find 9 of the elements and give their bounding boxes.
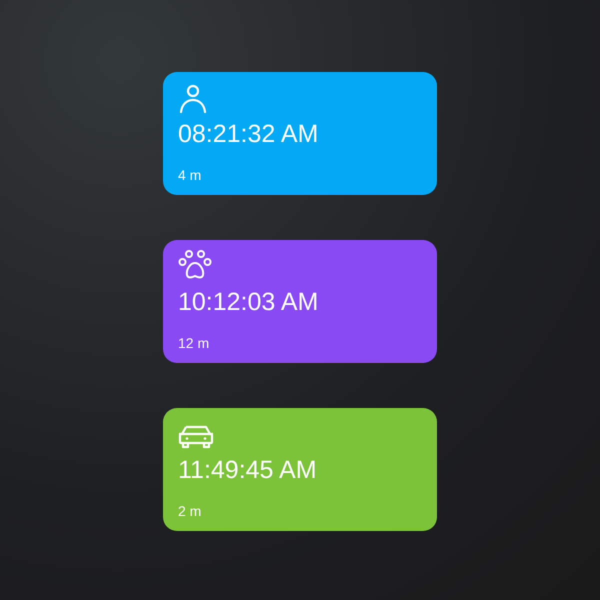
person-icon	[178, 83, 208, 113]
paw-icon	[178, 249, 212, 281]
time-label: 11:49:45 AM	[178, 455, 317, 485]
time-label: 10:12:03 AM	[178, 287, 318, 317]
car-icon	[178, 425, 214, 449]
time-label: 08:21:32 AM	[178, 119, 318, 149]
duration-label: 12 m	[178, 335, 210, 351]
duration-label: 2 m	[178, 503, 202, 519]
duration-label: 4 m	[178, 167, 202, 183]
